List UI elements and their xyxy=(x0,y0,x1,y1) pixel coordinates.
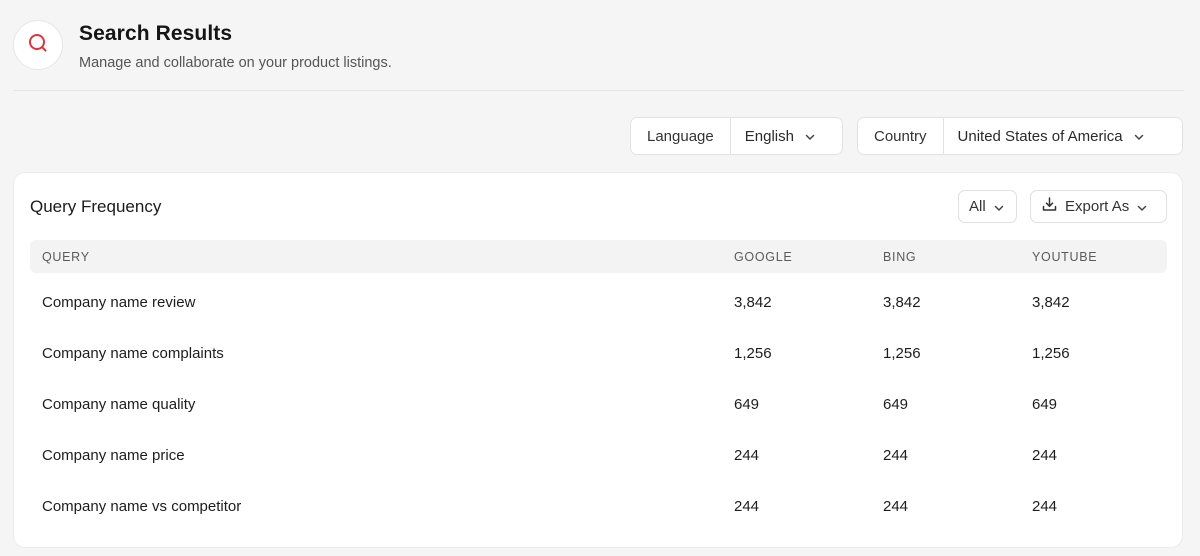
language-select[interactable]: English xyxy=(731,118,830,154)
chevron-down-icon xyxy=(1133,130,1145,142)
cell-query: Company name price xyxy=(42,447,185,464)
table-row[interactable]: Company name price 244 244 244 xyxy=(30,447,1167,498)
table-row[interactable]: Company name quality 649 649 649 xyxy=(30,396,1167,447)
language-filter-label: Language xyxy=(631,118,731,154)
country-filter-label: Country xyxy=(858,118,944,154)
card-title: Query Frequency xyxy=(30,197,162,216)
column-header-bing[interactable]: BING xyxy=(883,250,916,264)
country-select-value: United States of America xyxy=(957,127,1123,145)
query-frequency-card: Query Frequency All Export As QUERY GOOG… xyxy=(13,172,1183,548)
cell-bing: 649 xyxy=(883,396,909,413)
cell-bing: 3,842 xyxy=(883,294,921,311)
cell-bing: 244 xyxy=(883,498,909,515)
cell-google: 1,256 xyxy=(734,345,772,362)
cell-youtube: 649 xyxy=(1032,396,1058,413)
cell-query: Company name review xyxy=(42,294,196,311)
cell-youtube: 3,842 xyxy=(1032,294,1070,311)
column-header-youtube[interactable]: YOUTUBE xyxy=(1032,250,1097,264)
cell-bing: 244 xyxy=(883,447,909,464)
cell-query: Company name vs competitor xyxy=(42,498,242,515)
filter-all-label: All xyxy=(969,198,986,215)
cell-google: 244 xyxy=(734,447,760,464)
search-results-page: Search Results Manage and collaborate on… xyxy=(0,0,1200,556)
cell-youtube: 244 xyxy=(1032,498,1058,515)
cell-google: 649 xyxy=(734,396,760,413)
chevron-down-icon xyxy=(993,201,1005,213)
header-divider xyxy=(13,90,1184,91)
export-as-button[interactable]: Export As xyxy=(1030,190,1167,223)
chevron-down-icon xyxy=(1136,201,1148,213)
cell-google: 3,842 xyxy=(734,294,772,311)
country-filter: Country United States of America xyxy=(857,117,1183,155)
filter-all-dropdown[interactable]: All xyxy=(958,190,1017,223)
cell-youtube: 1,256 xyxy=(1032,345,1070,362)
page-header: Search Results Manage and collaborate on… xyxy=(13,20,1184,90)
language-filter: Language English xyxy=(630,117,843,155)
download-icon xyxy=(1041,196,1058,217)
page-title: Search Results xyxy=(79,22,233,45)
cell-query: Company name quality xyxy=(42,396,196,413)
table-row[interactable]: Company name complaints 1,256 1,256 1,25… xyxy=(30,345,1167,396)
search-badge xyxy=(13,20,63,70)
language-select-value: English xyxy=(744,127,794,145)
export-as-label: Export As xyxy=(1065,198,1130,215)
country-select[interactable]: United States of America xyxy=(944,118,1159,154)
table-row[interactable]: Company name vs competitor 244 244 244 xyxy=(30,498,1167,549)
column-header-query[interactable]: QUERY xyxy=(42,250,90,264)
column-header-google[interactable]: GOOGLE xyxy=(734,250,792,264)
cell-youtube: 244 xyxy=(1032,447,1058,464)
table-header: QUERY GOOGLE BING YOUTUBE xyxy=(30,240,1167,273)
cell-query: Company name complaints xyxy=(42,345,224,362)
table-row[interactable]: Company name review 3,842 3,842 3,842 xyxy=(30,294,1167,345)
cell-google: 244 xyxy=(734,498,760,515)
chevron-down-icon xyxy=(804,130,816,142)
search-icon xyxy=(27,32,49,59)
page-subtitle: Manage and collaborate on your product l… xyxy=(79,55,392,71)
cell-bing: 1,256 xyxy=(883,345,921,362)
